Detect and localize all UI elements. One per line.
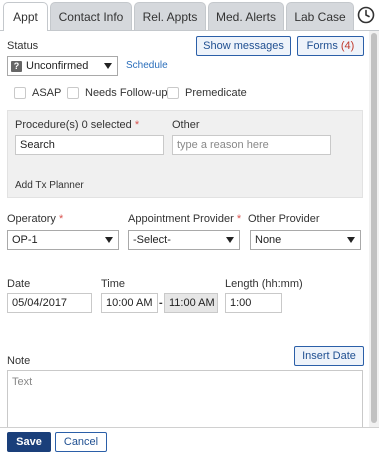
required-mark: * (58, 213, 64, 225)
operatory-label-text: Operatory (7, 213, 56, 225)
save-button[interactable]: Save (7, 432, 51, 452)
chevron-down-icon (105, 237, 113, 243)
time-label: Time (101, 278, 126, 290)
operatory-select[interactable]: OP-1 (7, 230, 119, 250)
tab-rel-appts[interactable]: Rel. Appts (134, 2, 206, 30)
save-label: Save (16, 436, 42, 448)
tab-contact-info[interactable]: Contact Info (50, 2, 132, 30)
premedicate-checkbox[interactable] (167, 87, 179, 99)
appt-provider-select[interactable]: -Select- (128, 230, 240, 250)
tab-rel-appts-label: Rel. Appts (142, 9, 198, 24)
show-messages-label: Show messages (203, 40, 284, 52)
other-provider-label: Other Provider (248, 213, 320, 225)
scrollbar-thumb[interactable] (371, 33, 377, 423)
time-separator: - (159, 297, 163, 309)
forms-button[interactable]: Forms (4) (297, 36, 364, 56)
asap-label: ASAP (32, 87, 62, 99)
operatory-value: OP-1 (12, 234, 38, 246)
history-clock-icon[interactable] (357, 6, 375, 24)
date-label: Date (7, 278, 31, 290)
premedicate-label: Premedicate (185, 87, 247, 99)
chevron-down-icon (104, 63, 112, 69)
tab-bar: Appt Contact Info Rel. Appts Med. Alerts… (0, 0, 379, 31)
schedule-link[interactable]: Schedule (126, 60, 168, 71)
appt-provider-label-text: Appointment Provider (128, 213, 234, 225)
tab-appt[interactable]: Appt (3, 2, 48, 31)
status-select[interactable]: ? Unconfirmed (7, 56, 118, 76)
tab-divider (0, 30, 379, 31)
date-input[interactable]: 05/04/2017 (7, 293, 92, 313)
length-label: Length (hh:mm) (225, 278, 303, 290)
tab-appt-label: Appt (13, 10, 38, 24)
procedure-search-input[interactable]: Search (15, 135, 164, 155)
insert-date-label: Insert Date (302, 350, 356, 362)
tab-lab-case-label: Lab Case (294, 9, 346, 24)
unconfirmed-icon: ? (11, 60, 22, 72)
status-label: Status (7, 40, 39, 52)
procedures-label-text: Procedure(s) 0 selected (15, 119, 132, 131)
required-mark: * (236, 213, 242, 225)
follow-up-label: Needs Follow-up (85, 87, 168, 99)
status-value: Unconfirmed (26, 60, 89, 72)
procedures-label: Procedure(s) 0 selected * (15, 119, 139, 131)
chevron-down-icon (347, 237, 355, 243)
operatory-label: Operatory * (7, 213, 63, 225)
note-textarea[interactable]: Text (7, 370, 363, 428)
cancel-label: Cancel (63, 436, 99, 448)
follow-up-checkbox[interactable] (67, 87, 79, 99)
other-provider-value: None (255, 234, 282, 246)
tab-contact-info-label: Contact Info (58, 9, 124, 24)
show-messages-button[interactable]: Show messages (196, 36, 291, 56)
other-reason-input[interactable]: type a reason here (172, 135, 331, 155)
other-provider-select[interactable]: None (250, 230, 361, 250)
asap-checkbox[interactable] (14, 87, 26, 99)
add-tx-planner-link[interactable]: Add Tx Planner (15, 180, 84, 191)
length-input[interactable]: 1:00 (225, 293, 282, 313)
forms-label: Forms (306, 40, 338, 52)
tab-med-alerts-label: Med. Alerts (215, 9, 277, 24)
scrollbar[interactable] (369, 31, 379, 427)
required-mark: * (134, 119, 140, 131)
other-reason-label: Other (172, 119, 200, 131)
cancel-button[interactable]: Cancel (55, 432, 107, 452)
appt-provider-value: -Select- (133, 234, 171, 246)
tab-lab-case[interactable]: Lab Case (286, 2, 354, 30)
start-time-input[interactable]: 10:00 AM (101, 293, 158, 313)
forms-count-badge: (4) (340, 40, 355, 52)
appt-provider-label: Appointment Provider * (128, 213, 241, 225)
chevron-down-icon (226, 237, 234, 243)
tab-med-alerts[interactable]: Med. Alerts (208, 2, 284, 30)
end-time-field: 11:00 AM (164, 293, 218, 313)
note-label: Note (7, 355, 31, 367)
insert-date-button[interactable]: Insert Date (294, 346, 364, 366)
